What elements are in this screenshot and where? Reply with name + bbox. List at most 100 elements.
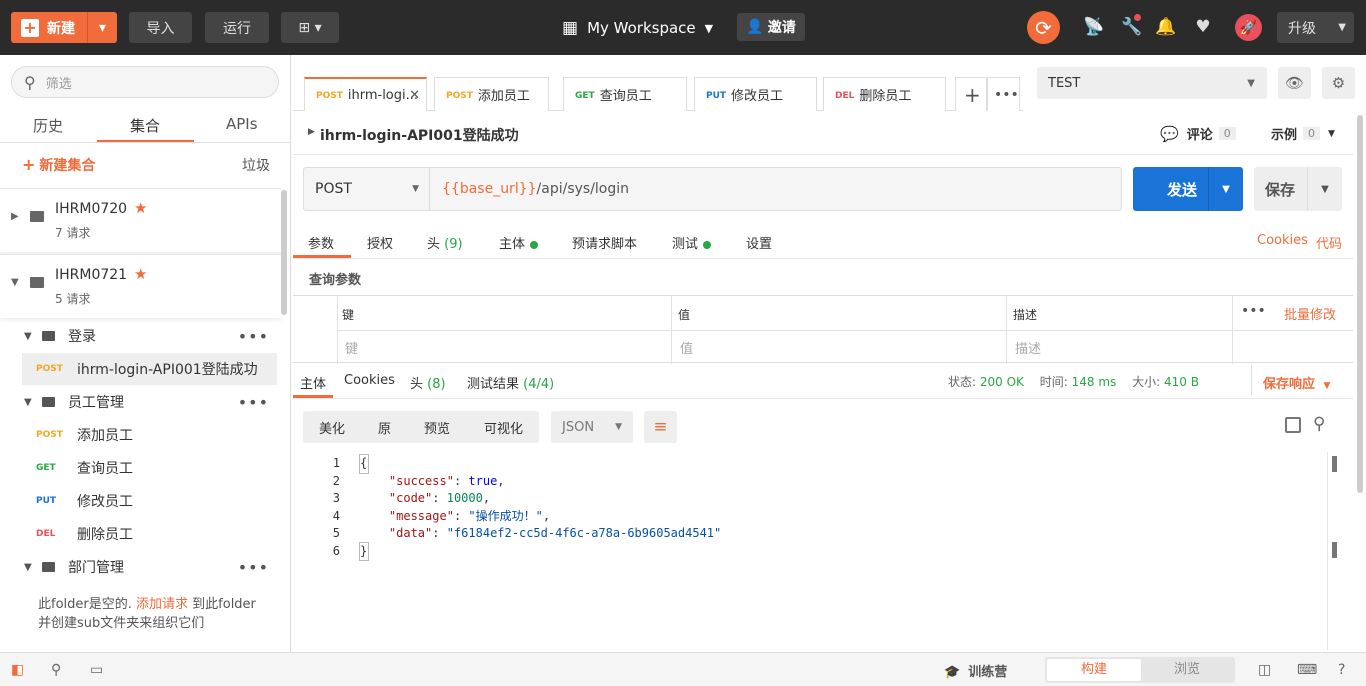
format-select[interactable]: JSON ▼ <box>551 411 633 443</box>
status-dot <box>530 240 539 249</box>
query-params-title: 查询参数 <box>309 273 362 288</box>
build-mode-button[interactable]: 构建 <box>1047 659 1141 681</box>
folder-item[interactable]: ▼ 员工管理 ••• <box>22 386 277 418</box>
view-preview-button[interactable]: 预览 <box>424 418 450 437</box>
response-tab-cookies[interactable]: Cookies <box>344 373 395 388</box>
grid-icon: ▦ <box>562 18 579 38</box>
invite-button[interactable]: 👤 邀请 <box>737 13 805 41</box>
response-tab-headers[interactable]: 头 (8) <box>410 373 446 392</box>
save-response-button[interactable]: 保存响应 ▼ <box>1263 373 1330 392</box>
help-icon[interactable]: ? <box>1338 662 1356 678</box>
folder-item[interactable]: ▼ 登录 ••• <box>22 320 277 352</box>
main-scrollbar[interactable] <box>1357 115 1363 493</box>
request-item[interactable]: POST 添加员工 <box>22 419 277 451</box>
new-button[interactable]: + 新建 ▾ <box>11 12 117 43</box>
more-icon[interactable]: ••• <box>238 327 269 346</box>
copy-icon[interactable] <box>1285 417 1301 433</box>
more-icon[interactable]: ••• <box>1241 303 1266 319</box>
tab-settings[interactable]: 设置 <box>746 233 772 252</box>
chevron-right-icon[interactable]: ▶ <box>308 127 315 137</box>
tab-prerequest[interactable]: 预请求脚本 <box>572 233 637 252</box>
more-icon[interactable]: ••• <box>238 558 269 577</box>
caret-down-icon[interactable]: ▼ <box>1208 167 1243 211</box>
request-tab[interactable]: GET 查询员工 <box>563 77 687 111</box>
caret-down-icon: ▼ <box>704 21 714 35</box>
new-tab-button[interactable]: + <box>955 77 987 111</box>
satellite-icon[interactable]: 📡 <box>1082 15 1106 39</box>
code-link[interactable]: 代码 <box>1316 233 1342 252</box>
request-item[interactable]: GET 查询员工 <box>22 452 277 484</box>
search-input[interactable]: ⚲ 筛选 <box>11 66 279 98</box>
tab-collections[interactable]: 集合 <box>130 115 160 136</box>
view-pretty-button[interactable]: 美化 <box>319 418 345 437</box>
bulk-edit-link[interactable]: 批量修改 <box>1284 304 1336 323</box>
comments-button[interactable]: 💬 评论 0 <box>1160 124 1236 143</box>
environment-select[interactable]: TEST ▼ <box>1037 67 1267 99</box>
new-collection-button[interactable]: + 新建集合 <box>22 155 95 175</box>
request-tab[interactable]: POST 添加员工 <box>434 77 549 111</box>
request-tab[interactable]: DEL 删除员工 <box>823 77 946 111</box>
tab-tests[interactable]: 测试 <box>672 233 712 252</box>
request-tab[interactable]: PUT 修改员工 <box>694 77 817 111</box>
response-tab-body[interactable]: 主体 <box>300 373 326 392</box>
heart-icon[interactable]: ♥ <box>1191 15 1215 39</box>
request-item[interactable]: POST ihrm-login-API001登陆成功 <box>22 353 277 385</box>
eye-icon[interactable]: 👁 <box>1278 67 1311 99</box>
method-select[interactable]: POST ▼ <box>303 167 430 211</box>
send-button[interactable]: 发送 ▼ <box>1133 167 1243 211</box>
sidebar-toggle-icon[interactable]: ◧ <box>11 662 29 678</box>
import-button[interactable]: 导入 <box>129 12 192 43</box>
collection-item[interactable]: ▼ IHRM0721 ★ 5 请求 <box>0 254 281 318</box>
view-visualize-button[interactable]: 可视化 <box>484 418 523 437</box>
request-item[interactable]: PUT 修改员工 <box>22 485 277 517</box>
caret-down-icon[interactable]: ▼ <box>1307 167 1342 211</box>
new-dropdown-icon[interactable]: ▾ <box>87 12 117 43</box>
tab-history[interactable]: 历史 <box>33 115 63 136</box>
request-tab[interactable]: POST ihrm-logi... ✕ <box>304 77 427 111</box>
request-title[interactable]: ihrm-login-API001登陆成功 <box>320 125 519 145</box>
save-button[interactable]: 保存 ▼ <box>1254 167 1342 211</box>
collection-item[interactable]: ▶ IHRM0720 ★ 7 请求 <box>0 188 281 252</box>
workspace-switcher[interactable]: ▦ My Workspace ▼ <box>562 14 713 42</box>
folder-item[interactable]: ▼ 部门管理 ••• <box>22 551 277 583</box>
bell-icon[interactable]: 🔔 <box>1154 15 1178 39</box>
wrap-lines-icon[interactable]: ≡ <box>644 411 677 443</box>
console-icon[interactable]: ▭ <box>90 662 108 678</box>
key-input[interactable]: 键 <box>345 338 358 357</box>
value-input[interactable]: 值 <box>680 338 693 357</box>
browse-mode-button[interactable]: 浏览 <box>1141 659 1233 681</box>
bootcamp-button[interactable]: 🎓 训练营 <box>944 661 1007 680</box>
more-icon[interactable]: ••• <box>238 393 269 412</box>
tab-body[interactable]: 主体 <box>499 233 539 252</box>
tab-apis[interactable]: APIs <box>226 115 258 133</box>
response-tab-tests[interactable]: 测试结果 (4/4) <box>467 373 554 392</box>
star-icon[interactable]: ★ <box>134 265 147 283</box>
tab-auth[interactable]: 授权 <box>367 233 393 252</box>
response-body[interactable]: { "success": true, "code": 10000, "messa… <box>359 454 721 561</box>
two-pane-icon[interactable]: ◫ <box>1258 662 1276 678</box>
search-icon[interactable]: ⚲ <box>1313 414 1325 434</box>
avatar-rocket-icon[interactable]: 🚀 <box>1235 14 1262 41</box>
upgrade-button[interactable]: 升级 ▼ <box>1277 12 1354 43</box>
tab-headers[interactable]: 头 (9) <box>427 233 463 252</box>
keyboard-icon[interactable]: ⌨ <box>1297 662 1317 678</box>
description-input[interactable]: 描述 <box>1015 338 1041 357</box>
close-icon[interactable]: ✕ <box>409 88 420 103</box>
tab-params[interactable]: 参数 <box>308 233 334 252</box>
tabs-more-button[interactable]: ••• <box>987 77 1020 111</box>
request-item[interactable]: DEL 删除员工 <box>22 518 277 550</box>
add-request-link[interactable]: 添加请求 <box>136 597 188 612</box>
gear-icon[interactable]: ⚙ <box>1322 67 1355 99</box>
trash-link[interactable]: 垃圾 <box>242 155 270 175</box>
sync-icon[interactable]: ⟳ <box>1027 11 1060 44</box>
find-icon[interactable]: ⚲ <box>51 662 69 678</box>
examples-button[interactable]: 示例 0 ▼ <box>1271 124 1335 143</box>
sidebar-scrollbar[interactable] <box>281 190 287 315</box>
view-raw-button[interactable]: 原 <box>378 418 391 437</box>
star-icon[interactable]: ★ <box>134 199 147 217</box>
cookies-link[interactable]: Cookies <box>1257 233 1308 248</box>
runner-button[interactable]: 运行 <box>205 12 269 43</box>
divider <box>293 398 1353 399</box>
url-input[interactable]: {{base_url}}/api/sys/login <box>429 167 1122 211</box>
new-window-button[interactable]: ⊞ ▾ <box>281 12 339 43</box>
